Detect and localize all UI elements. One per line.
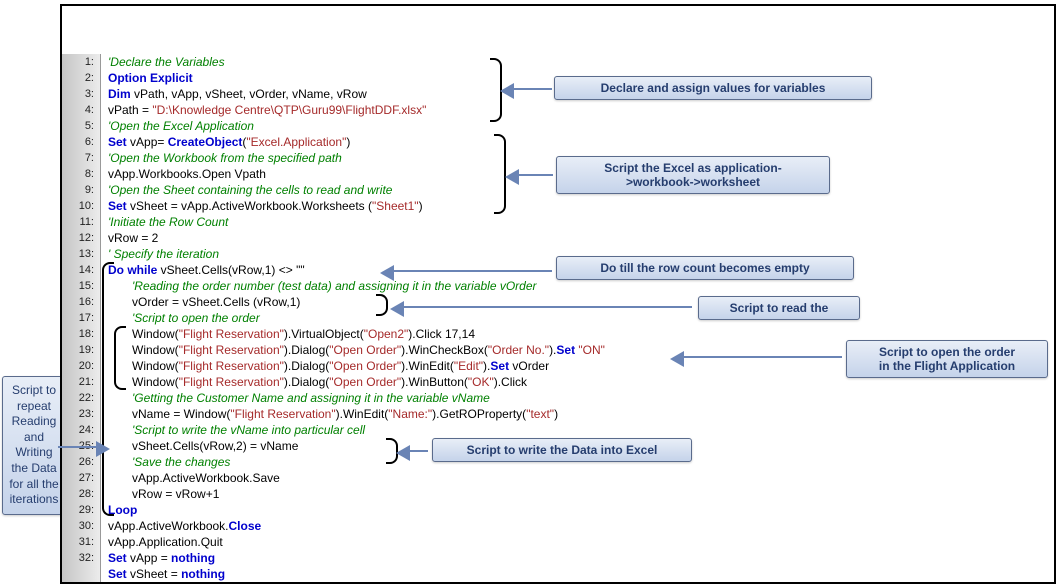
callout-excel: Script the Excel as application- >workbo… <box>556 156 830 194</box>
line-number: 12: <box>62 230 100 246</box>
line-number: 32: <box>62 550 100 566</box>
code-line: 'Initiate the Row Count <box>100 214 1054 230</box>
line-number <box>62 566 100 582</box>
line-number: 15: <box>62 278 100 294</box>
line-number: 5: <box>62 118 100 134</box>
code-line: 'Getting the Customer Name and assigning… <box>100 390 1054 406</box>
callout-declare: Declare and assign values for variables <box>554 76 872 100</box>
line-number: 20: <box>62 358 100 374</box>
line-number: 8: <box>62 166 100 182</box>
line-number: 27: <box>62 470 100 486</box>
callout-read: Script to read the <box>698 296 860 320</box>
line-number: 24: <box>62 422 100 438</box>
line-number: 26: <box>62 454 100 470</box>
arrow-open <box>682 356 842 358</box>
line-number: 28: <box>62 486 100 502</box>
line-number: 14: <box>62 262 100 278</box>
line-number: 21: <box>62 374 100 390</box>
arrow-repeat <box>58 446 98 448</box>
callout-open-order: Script to open the order in the Flight A… <box>846 340 1048 378</box>
line-number: 22: <box>62 390 100 406</box>
line-number: 3: <box>62 86 100 102</box>
line-number: 6: <box>62 134 100 150</box>
line-number: 4: <box>62 102 100 118</box>
arrow-write <box>408 450 428 452</box>
code-line: 'Open the Excel Application <box>100 118 1054 134</box>
line-number: 16: <box>62 294 100 310</box>
code-line: vApp.ActiveWorkbook.Save <box>100 470 1054 486</box>
line-number: 11: <box>62 214 100 230</box>
callout-rowempty: Do till the row count becomes empty <box>556 256 854 280</box>
code-line: 'Reading the order number (test data) an… <box>100 278 1054 294</box>
code-area: 'Declare the VariablesOption ExplicitDim… <box>100 54 1054 582</box>
page-border: 1:2:3:4:5:6:7:8:9:10:11:12:13:14:15:16:1… <box>60 4 1056 584</box>
line-number: 2: <box>62 70 100 86</box>
code-line: vName = Window("Flight Reservation").Win… <box>100 406 1054 422</box>
code-line: vRow = 2 <box>100 230 1054 246</box>
line-number: 17: <box>62 310 100 326</box>
line-number: 9: <box>62 182 100 198</box>
code-line: vPath = "D:\Knowledge Centre\QTP\Guru99\… <box>100 102 1054 118</box>
callout-write: Script to write the Data into Excel <box>432 438 692 462</box>
code-line: Loop <box>100 502 1054 518</box>
callout-repeat-box: Script to repeat Reading and Writing the… <box>2 376 66 515</box>
brace-loop <box>102 262 114 516</box>
line-number: 31: <box>62 534 100 550</box>
code-line: Set vSheet = nothing <box>100 566 1054 582</box>
code-line: Set vApp= CreateObject("Excel.Applicatio… <box>100 134 1054 150</box>
line-number: 30: <box>62 518 100 534</box>
line-number: 18: <box>62 326 100 342</box>
line-number: 23: <box>62 406 100 422</box>
line-number: 19: <box>62 342 100 358</box>
arrow-rowempty <box>392 270 552 272</box>
arrow-excel <box>517 174 553 176</box>
code-line: 'Script to write the vName into particul… <box>100 422 1054 438</box>
line-number: 7: <box>62 150 100 166</box>
code-line: 'Declare the Variables <box>100 54 1054 70</box>
code-line: Set vApp = nothing <box>100 550 1054 566</box>
code-line: 'Script to open the order <box>100 310 1054 326</box>
code-line: vApp.ActiveWorkbook.Close <box>100 518 1054 534</box>
line-number: 29: <box>62 502 100 518</box>
line-number: 1: <box>62 54 100 70</box>
brace-read <box>376 294 388 316</box>
brace-open-order <box>114 326 126 390</box>
code-line: vApp.Application.Quit <box>100 534 1054 550</box>
arrow-declare <box>512 88 552 90</box>
line-number-gutter: 1:2:3:4:5:6:7:8:9:10:11:12:13:14:15:16:1… <box>62 54 101 582</box>
code-line: Set vSheet = vApp.ActiveWorkbook.Workshe… <box>100 198 1054 214</box>
arrow-read <box>402 306 692 308</box>
line-number: 10: <box>62 198 100 214</box>
code-line: vRow = vRow+1 <box>100 486 1054 502</box>
line-number: 13: <box>62 246 100 262</box>
